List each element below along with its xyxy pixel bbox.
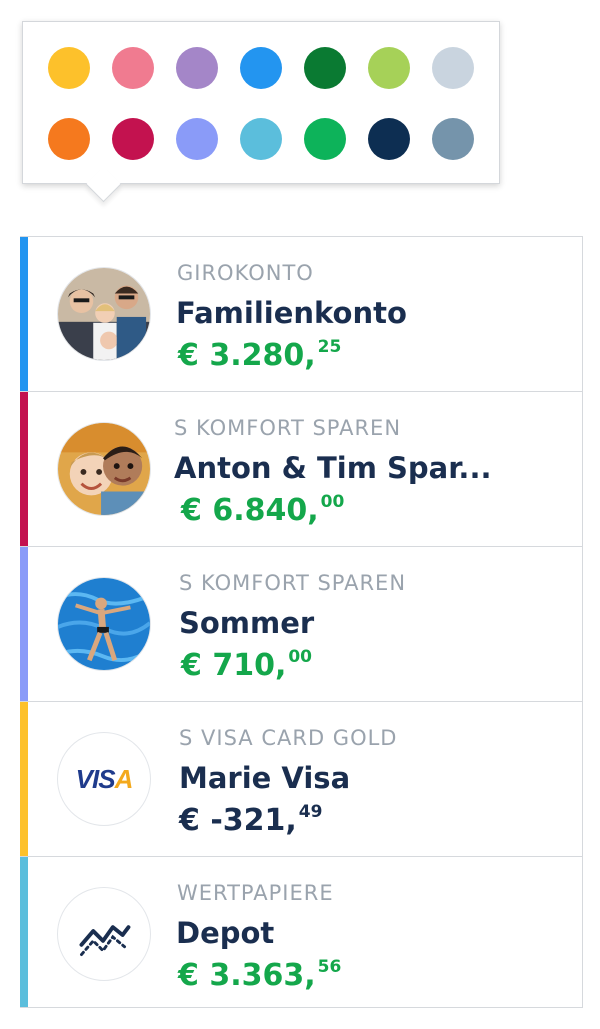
balance-main: € 6.840, bbox=[181, 493, 319, 528]
account-card-familienkonto[interactable]: GIROKONTO Familienkonto € 3.280, 25 bbox=[20, 237, 582, 392]
account-name: Marie Visa bbox=[179, 761, 351, 795]
account-type: GIROKONTO bbox=[177, 261, 314, 285]
account-card-sommer[interactable]: S KOMFORT SPAREN Sommer € 710, 00 bbox=[20, 547, 582, 702]
balance-main: € 710, bbox=[181, 648, 287, 683]
color-swatch[interactable] bbox=[48, 118, 90, 160]
color-picker-popover bbox=[22, 21, 500, 184]
balance-cents: 25 bbox=[317, 337, 342, 357]
balance-cents: 00 bbox=[288, 647, 313, 667]
account-color-stripe bbox=[20, 702, 28, 856]
balance-cents: 00 bbox=[320, 492, 345, 512]
account-name: Familienkonto bbox=[176, 296, 407, 330]
color-swatch[interactable] bbox=[112, 47, 154, 89]
visa-logo-accent: A bbox=[114, 763, 134, 794]
account-type: WERTPAPIERE bbox=[177, 881, 334, 905]
account-balance: € 710, 00 bbox=[181, 647, 312, 683]
color-swatch[interactable] bbox=[112, 118, 154, 160]
account-name: Anton & Tim Spar... bbox=[174, 451, 492, 485]
swatch-row-2 bbox=[48, 118, 474, 160]
color-swatch[interactable] bbox=[368, 118, 410, 160]
visa-logo-avatar: VISA bbox=[57, 732, 151, 826]
account-name: Sommer bbox=[179, 606, 315, 640]
color-swatch[interactable] bbox=[240, 47, 282, 89]
account-name: Depot bbox=[176, 916, 275, 950]
color-swatch[interactable] bbox=[368, 47, 410, 89]
color-swatch[interactable] bbox=[240, 118, 282, 160]
account-balance: € -321, 49 bbox=[179, 802, 322, 838]
color-swatch[interactable] bbox=[432, 118, 474, 160]
account-card-anton-tim[interactable]: S KOMFORT SPAREN Anton & Tim Spar... € 6… bbox=[20, 392, 582, 547]
account-list: GIROKONTO Familienkonto € 3.280, 25 S KO… bbox=[20, 236, 583, 1008]
pool-photo-avatar bbox=[57, 577, 151, 671]
balance-cents: 49 bbox=[298, 802, 323, 822]
balance-main: € 3.280, bbox=[178, 338, 316, 373]
visa-logo: VISA bbox=[75, 763, 134, 794]
account-color-stripe bbox=[20, 237, 28, 391]
account-balance: € 3.280, 25 bbox=[178, 337, 341, 373]
balance-main: € 3.363, bbox=[178, 958, 316, 993]
chart-trend-icon bbox=[57, 887, 151, 981]
color-swatch[interactable] bbox=[304, 118, 346, 160]
account-type: S VISA CARD GOLD bbox=[179, 726, 398, 750]
balance-main: € -321, bbox=[179, 803, 297, 838]
color-swatch[interactable] bbox=[304, 47, 346, 89]
balance-cents: 56 bbox=[317, 957, 342, 977]
account-card-depot[interactable]: WERTPAPIERE Depot € 3.363, 56 bbox=[20, 857, 582, 1007]
family-photo-avatar bbox=[57, 267, 151, 361]
color-swatch[interactable] bbox=[176, 118, 218, 160]
account-card-marie-visa[interactable]: VISA S VISA CARD GOLD Marie Visa € -321,… bbox=[20, 702, 582, 857]
account-color-stripe bbox=[20, 857, 28, 1007]
account-type: S KOMFORT SPAREN bbox=[174, 416, 402, 440]
color-swatch[interactable] bbox=[432, 47, 474, 89]
kids-photo-avatar bbox=[57, 422, 151, 516]
account-balance: € 6.840, 00 bbox=[181, 492, 344, 528]
account-type: S KOMFORT SPAREN bbox=[179, 571, 407, 595]
account-balance: € 3.363, 56 bbox=[178, 957, 341, 993]
account-color-stripe bbox=[20, 392, 28, 546]
color-swatch[interactable] bbox=[176, 47, 218, 89]
account-color-stripe bbox=[20, 547, 28, 701]
swatch-row-1 bbox=[48, 47, 474, 89]
color-swatch[interactable] bbox=[48, 47, 90, 89]
